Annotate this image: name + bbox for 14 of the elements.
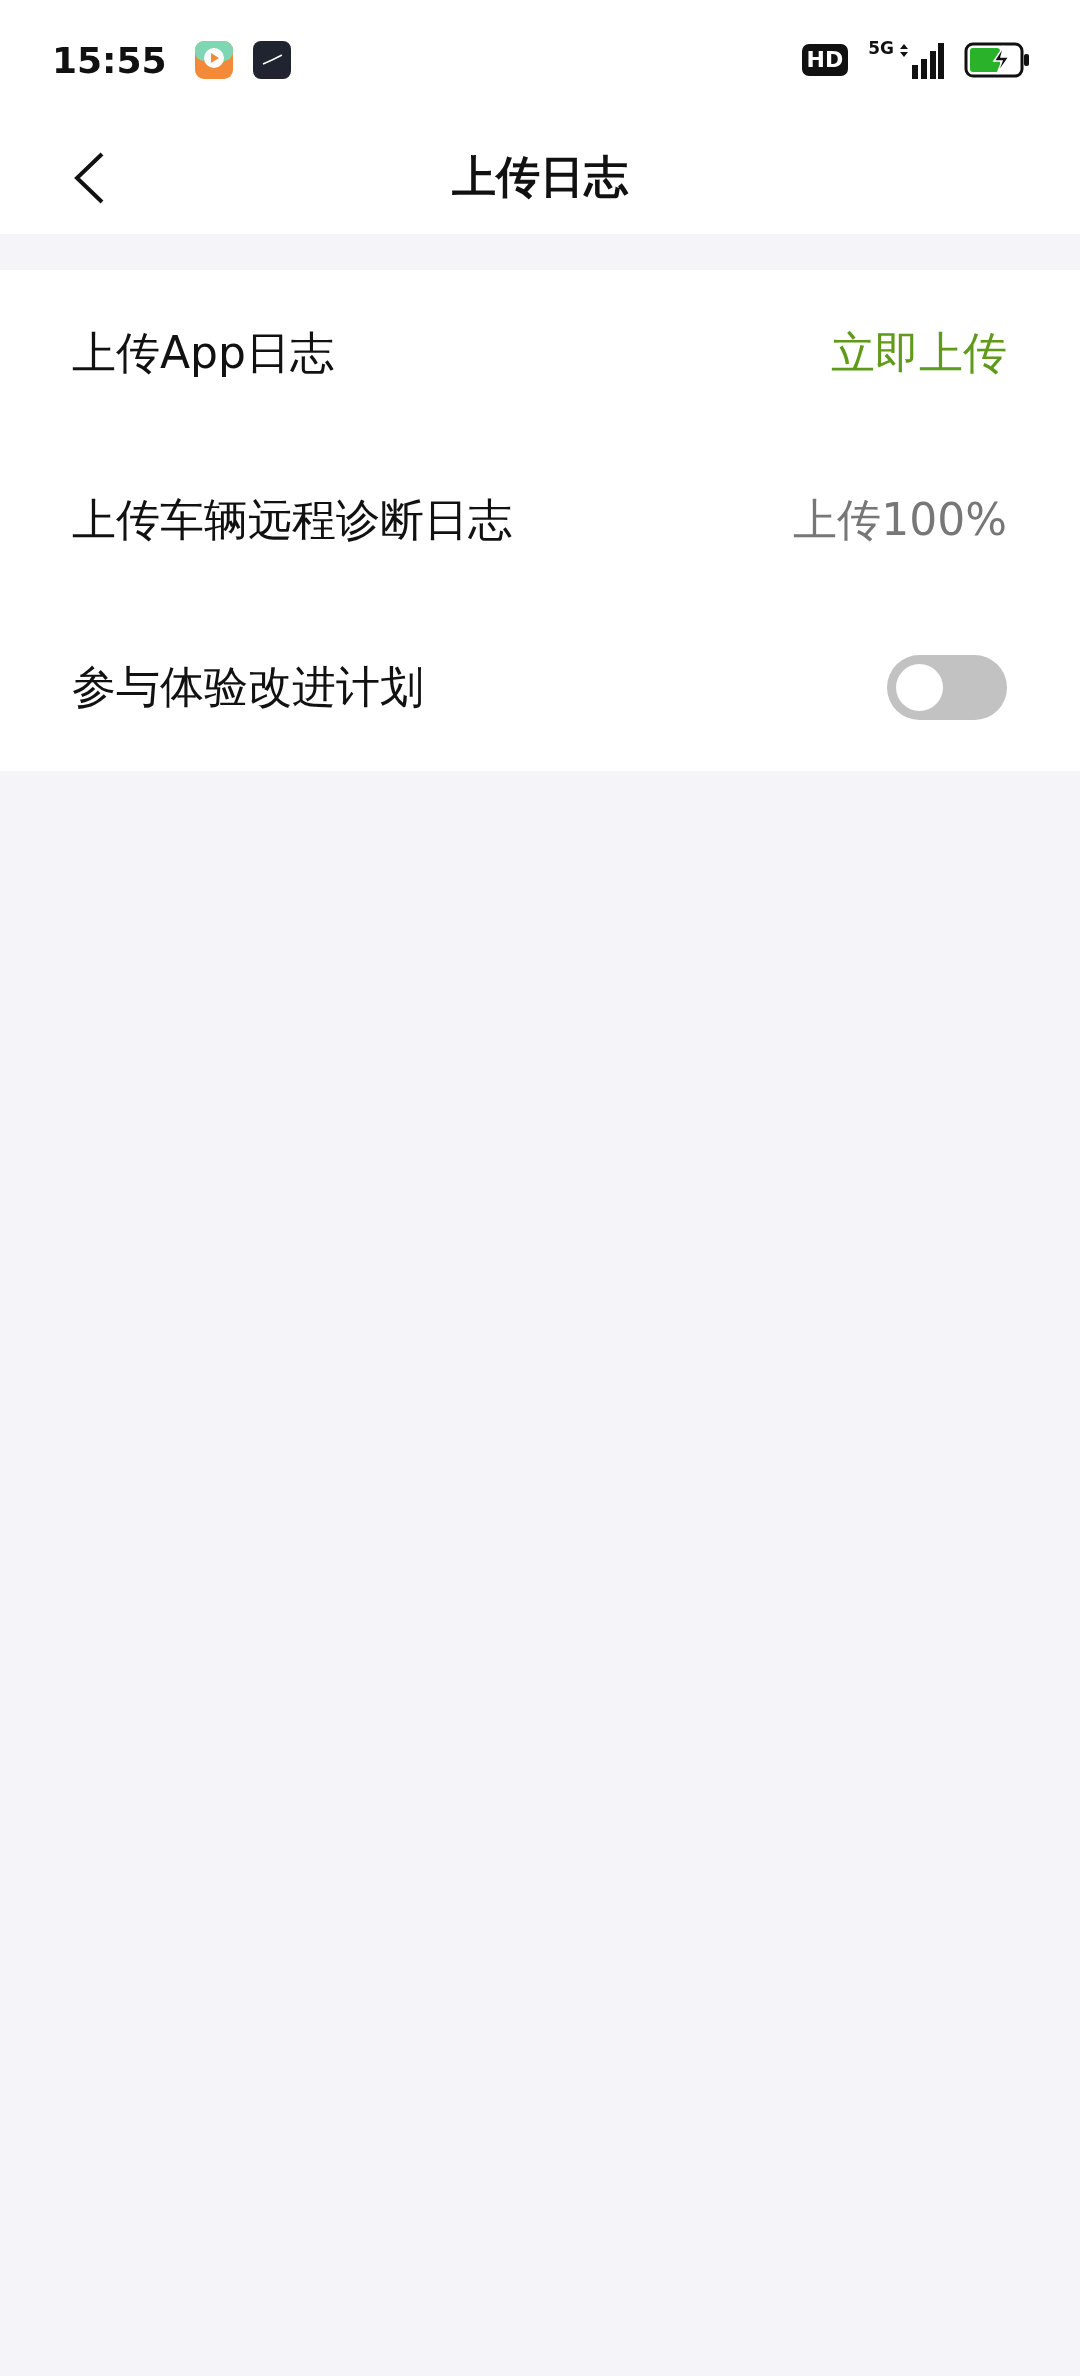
signal-icon xyxy=(898,41,944,79)
setting-label: 上传App日志 xyxy=(72,326,334,380)
upload-link[interactable]: 立即上传 xyxy=(831,324,1007,383)
setting-label: 上传车辆远程诊断日志 xyxy=(72,493,512,547)
clock-app-icon xyxy=(252,41,291,79)
setting-label: 参与体验改进计划 xyxy=(72,660,424,714)
page-title: 上传日志 xyxy=(452,149,628,204)
upload-progress-text: 上传100% xyxy=(793,493,1007,547)
status-time: 15:55 xyxy=(52,39,167,81)
network-label: 5G xyxy=(868,38,894,58)
back-icon xyxy=(73,151,105,205)
charging-battery-icon xyxy=(964,42,1030,78)
hd-badge: HD xyxy=(801,44,849,76)
video-app-icon xyxy=(194,41,233,79)
